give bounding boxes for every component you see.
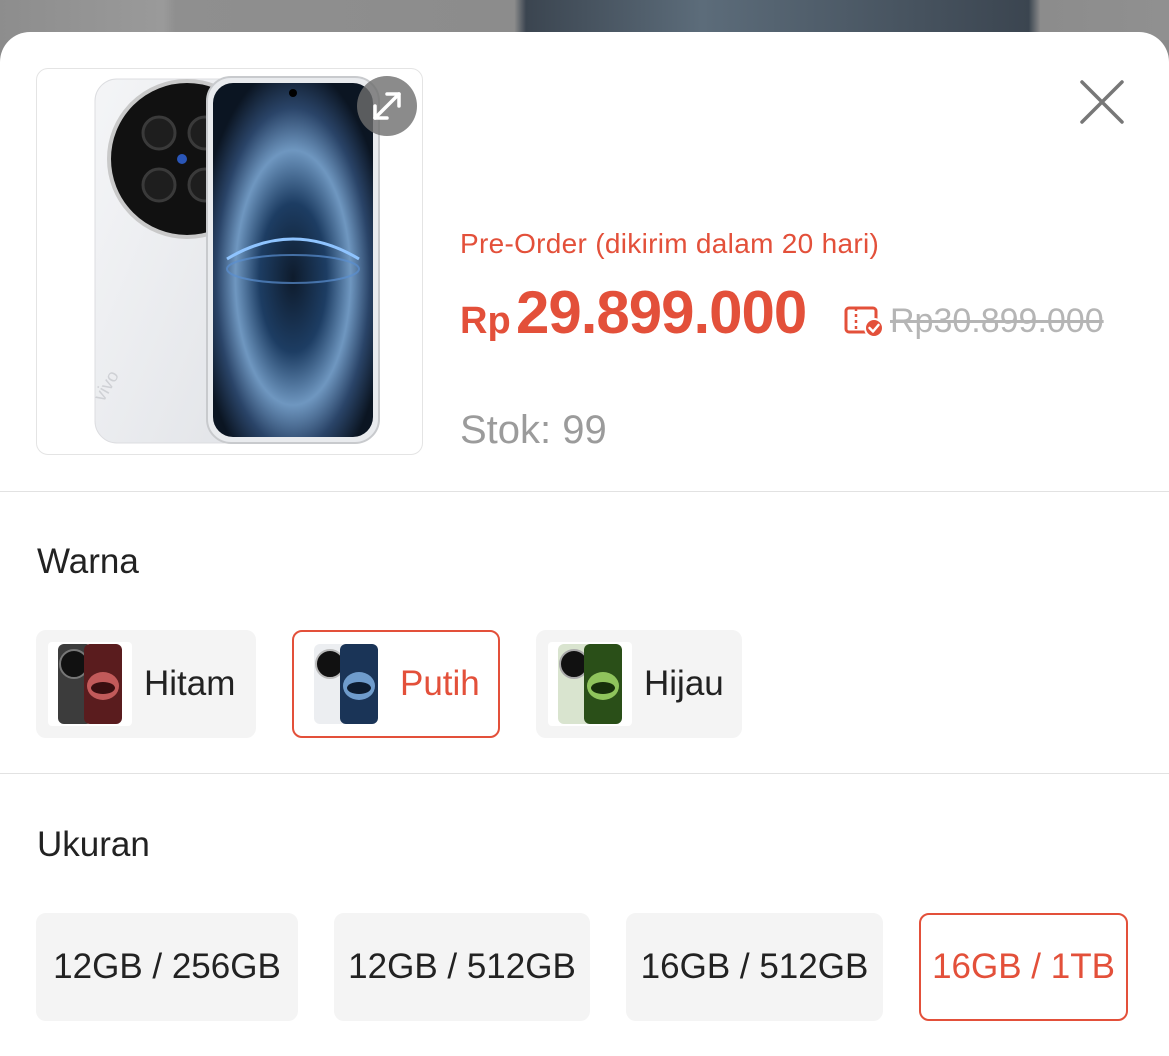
close-icon <box>1080 80 1124 124</box>
size-option-12gb-256gb[interactable]: 12GB / 256GB <box>36 913 298 1021</box>
color-thumbnail-putih <box>304 642 388 726</box>
voucher-check-icon <box>844 306 884 338</box>
close-button[interactable] <box>1074 74 1130 130</box>
expand-icon <box>373 92 401 120</box>
size-option-16gb-512gb[interactable]: 16GB / 512GB <box>626 913 883 1021</box>
color-label: Hitam <box>144 664 236 703</box>
divider <box>0 773 1169 774</box>
original-price: Rp30.899.000 <box>890 302 1104 340</box>
section-label-size: Ukuran <box>37 825 150 864</box>
variant-selector-sheet: vivo Pre-Order (dikirim dalam 20 hari) R… <box>0 32 1169 1056</box>
price-value: 29.899.000 <box>516 279 807 346</box>
price-currency: Rp <box>460 300 511 342</box>
divider <box>0 491 1169 492</box>
color-thumbnail-hitam <box>48 642 132 726</box>
product-thumbnail[interactable]: vivo <box>36 68 423 455</box>
stock-label: Stok: 99 <box>460 408 607 452</box>
size-label: 12GB / 512GB <box>348 947 576 986</box>
color-option-putih[interactable]: Putih <box>292 630 500 738</box>
color-label: Hijau <box>644 664 724 703</box>
section-label-color: Warna <box>37 542 139 581</box>
size-option-16gb-1tb[interactable]: 16GB / 1TB <box>919 913 1128 1021</box>
expand-image-button[interactable] <box>357 76 417 136</box>
color-label: Putih <box>400 664 480 703</box>
color-option-hijau[interactable]: Hijau <box>536 630 742 738</box>
preorder-label: Pre-Order (dikirim dalam 20 hari) <box>460 228 880 259</box>
price-row: Rp 29.899.000 Rp30.899.000 <box>460 278 1150 348</box>
size-label: 16GB / 1TB <box>932 947 1115 986</box>
color-thumbnail-hijau <box>548 642 632 726</box>
color-option-hitam[interactable]: Hitam <box>36 630 256 738</box>
size-option-12gb-512gb[interactable]: 12GB / 512GB <box>334 913 590 1021</box>
size-label: 12GB / 256GB <box>53 947 281 986</box>
size-label: 16GB / 512GB <box>640 947 869 986</box>
